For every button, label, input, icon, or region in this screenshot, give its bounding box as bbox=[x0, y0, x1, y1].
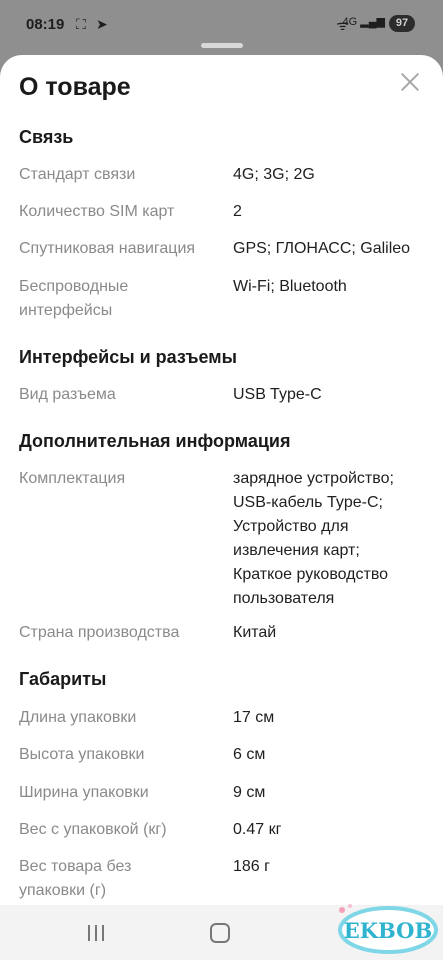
home-icon[interactable] bbox=[210, 923, 230, 943]
recent-apps-icon[interactable] bbox=[88, 925, 106, 941]
section-title-interfaces: Интерфейсы и разъемы bbox=[19, 347, 237, 367]
spec-value: Китай bbox=[233, 624, 277, 641]
spec-label: Длина упаковки bbox=[19, 709, 137, 726]
spec-value: 0.47 кг bbox=[233, 821, 282, 838]
spec-value: зарядное устройство; USB-кабель Type-C; … bbox=[233, 470, 394, 607]
spec-value: USB Type-C bbox=[233, 386, 322, 403]
telegram-icon: ➤ bbox=[96, 16, 108, 32]
status-time: 08:19 bbox=[26, 16, 65, 33]
spec-value: 2 bbox=[233, 203, 242, 220]
watermark-logo: EKBOB bbox=[338, 904, 438, 954]
section-title-connectivity: Связь bbox=[19, 127, 74, 147]
spec-value: Wi-Fi; Bluetooth bbox=[233, 278, 347, 295]
spec-label: Спутниковая навигация bbox=[19, 240, 196, 257]
close-icon[interactable] bbox=[399, 71, 421, 93]
product-info-sheet: О товаре Связь Стандарт связи 4G; 3G; 2G… bbox=[0, 55, 443, 905]
battery-indicator: 97 bbox=[389, 15, 415, 32]
watermark-text: EKBOB bbox=[344, 918, 432, 943]
spec-value: 186 г bbox=[233, 858, 270, 875]
spec-label: Вес с упаковкой (кг) bbox=[19, 821, 167, 838]
spec-value: GPS; ГЛОНАСС; Galileo bbox=[233, 240, 411, 257]
spec-value: 17 см bbox=[233, 709, 275, 726]
spec-label: Вид разъема bbox=[19, 386, 116, 403]
sheet-title: О товаре bbox=[19, 73, 131, 101]
spec-label: Ширина упаковки bbox=[19, 784, 149, 801]
spec-label: Стандарт связи bbox=[19, 166, 136, 183]
section-title-additional: Дополнительная информация bbox=[19, 431, 291, 451]
spec-label: Страна производства bbox=[19, 624, 180, 641]
section-title-dimensions: Габариты bbox=[19, 669, 107, 689]
signal-icon: 4G ▂▄▆ bbox=[342, 16, 385, 28]
sheet-drag-handle[interactable] bbox=[201, 43, 243, 48]
spec-value: 9 см bbox=[233, 784, 266, 801]
spec-value: 6 см bbox=[233, 746, 266, 763]
spec-label: Высота упаковки bbox=[19, 746, 145, 763]
spec-label: Вес товара без упаковки (г) bbox=[19, 858, 132, 899]
spec-label: Беспроводные интерфейсы bbox=[19, 278, 129, 319]
screenshot-icon: ⛶ bbox=[76, 16, 86, 32]
network-type: 4G bbox=[342, 16, 358, 28]
spec-label: Количество SIM карт bbox=[19, 203, 175, 220]
spec-label: Комплектация bbox=[19, 470, 126, 487]
spec-value: 4G; 3G; 2G bbox=[233, 166, 315, 183]
